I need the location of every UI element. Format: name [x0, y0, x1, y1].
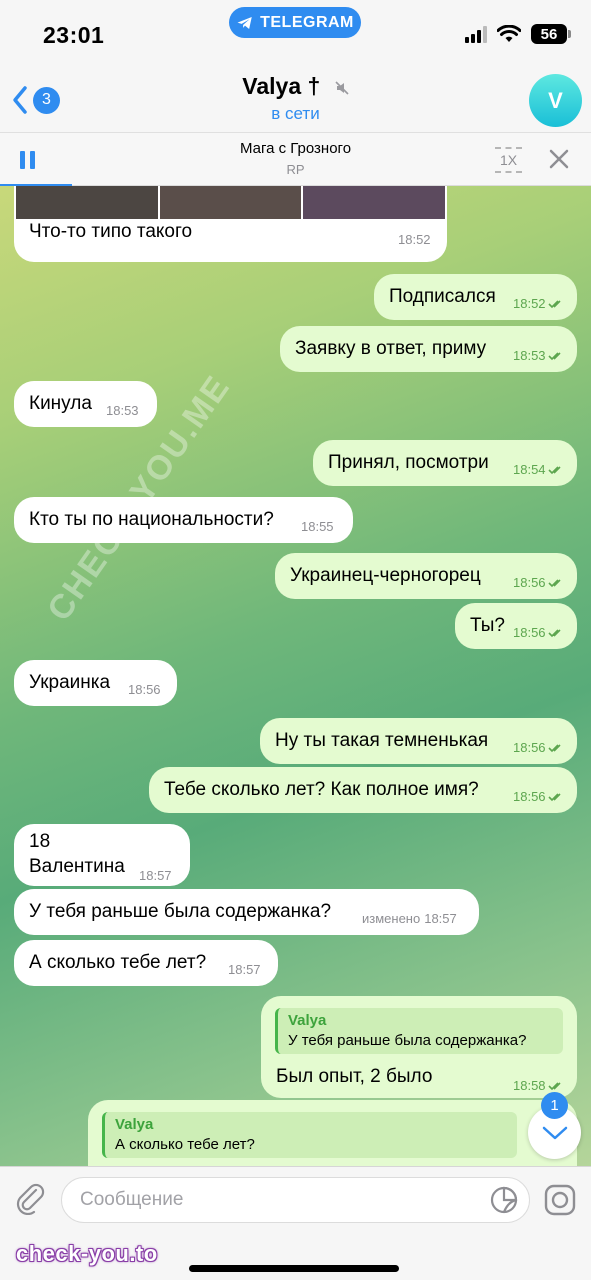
message-text-line2: Валентина: [29, 856, 125, 877]
double-check-icon: [547, 466, 561, 475]
reply-author: Valya: [115, 1116, 154, 1133]
message-text: Подписался: [389, 286, 496, 307]
double-check-icon: [547, 579, 561, 588]
message-bubble[interactable]: Принял, посмотри 18:54: [313, 440, 577, 486]
camera-icon[interactable]: [543, 1183, 577, 1217]
reply-quote[interactable]: Valya У тебя раньше была содержанка?: [275, 1008, 563, 1054]
message-text: Кинула: [29, 393, 92, 414]
reply-text: У тебя раньше была содержанка?: [288, 1032, 527, 1049]
message-bubble[interactable]: Что-то типо такого 18:52: [14, 186, 447, 262]
edited-label: изменено: [362, 911, 421, 926]
close-icon[interactable]: [549, 149, 569, 169]
reply-quote[interactable]: Valya А сколько тебе лет?: [102, 1112, 517, 1158]
wifi-icon: [497, 25, 521, 42]
message-text: У тебя раньше была содержанка?: [29, 901, 332, 922]
chat-title-text: Valya †: [242, 73, 321, 99]
message-bubble[interactable]: Украинка 18:56: [14, 660, 177, 706]
battery-icon: 56: [531, 24, 571, 44]
message-time: 18:57: [228, 962, 261, 977]
unread-mentions-badge: 1: [541, 1092, 568, 1119]
message-time: 18:56: [513, 575, 546, 590]
message-time: 18:52: [513, 296, 546, 311]
message-time: 18:53: [106, 403, 139, 418]
double-check-icon: [547, 629, 561, 638]
message-bubble[interactable]: А сколько тебе лет? 18:57: [14, 940, 278, 986]
signal-icon: [465, 25, 487, 43]
message-time: 18:55: [301, 519, 334, 534]
message-input[interactable]: [61, 1177, 530, 1223]
message-text: А сколько тебе лет?: [29, 952, 207, 973]
avatar[interactable]: V: [529, 74, 582, 127]
message-bubble[interactable]: Ты? 18:56: [455, 603, 577, 649]
home-indicator: [189, 1265, 399, 1272]
message-bubble[interactable]: Подписался 18:52: [374, 274, 577, 320]
composer-bar: check-you.to: [0, 1166, 591, 1280]
message-bubble[interactable]: Заявку в ответ, приму 18:53: [280, 326, 577, 372]
message-meta: 18:56: [513, 785, 564, 809]
reply-author: Valya: [288, 1012, 327, 1029]
message-time: 18:56: [513, 789, 546, 804]
message-text: Тебе сколько лет? Как полное имя?: [164, 779, 479, 800]
telegram-icon: [237, 16, 252, 29]
message-text: Украинец-черногорец: [290, 565, 481, 586]
message-text: Что-то типо такого: [29, 221, 193, 242]
message-text: Принял, посмотри: [328, 452, 489, 473]
message-time: 18:53: [513, 348, 546, 363]
message-meta: 18:52: [513, 292, 564, 316]
message-meta: 18:56: [513, 571, 564, 595]
double-check-icon: [547, 744, 561, 753]
music-player-bar[interactable]: Мага с Грозного RP 1X: [0, 132, 591, 186]
message-meta: 18:53: [513, 344, 564, 368]
status-time: 23:01: [43, 22, 105, 48]
watermark-site: check-you.to: [16, 1241, 158, 1266]
message-time: 18:56: [128, 682, 161, 697]
muted-icon: [335, 81, 349, 95]
message-bubble[interactable]: 18 Валентина 18:57: [14, 824, 190, 886]
reply-text: А сколько тебе лет?: [115, 1136, 255, 1153]
online-status: в сети: [271, 104, 320, 123]
message-time: 18:58: [513, 1078, 546, 1093]
message-meta: 18:54: [513, 458, 564, 482]
message-meta: изменено 18:57: [362, 907, 457, 931]
message-bubble[interactable]: Ну ты такая темненькая 18:56: [260, 718, 577, 764]
telegram-badge-label: TELEGRAM: [260, 13, 354, 31]
message-bubble[interactable]: У тебя раньше была содержанка? изменено …: [14, 889, 479, 935]
message-bubble[interactable]: Кинула 18:53: [14, 381, 157, 427]
message-bubble[interactable]: Украинец-черногорец 18:56: [275, 553, 577, 599]
status-icons: 56: [465, 24, 571, 44]
message-text: Заявку в ответ, приму: [295, 338, 487, 359]
double-check-icon: [547, 300, 561, 309]
message-text: Украинка: [29, 672, 111, 693]
double-check-icon: [547, 1082, 561, 1091]
chat-area[interactable]: CHECK-YOU.ME Что-то типо такого 18:52 По…: [0, 186, 591, 1166]
double-check-icon: [547, 352, 561, 361]
message-bubble[interactable]: Кто ты по национальности? 18:55: [14, 497, 353, 543]
message-text: Ну ты такая темненькая: [275, 730, 489, 751]
chat-title[interactable]: Valya †: [0, 73, 591, 100]
telegram-badge[interactable]: TELEGRAM: [229, 7, 361, 38]
message-text: Кто ты по национальности?: [29, 509, 274, 530]
sticker-icon[interactable]: [490, 1186, 518, 1214]
message-time: 18:57: [424, 911, 457, 926]
message-time: 18:52: [398, 232, 431, 247]
playback-speed-button[interactable]: 1X: [495, 147, 522, 173]
message-text: Ты?: [470, 615, 505, 636]
message-text: Был опыт, 2 было: [276, 1066, 433, 1087]
message-time: 18:56: [513, 625, 546, 640]
double-check-icon: [547, 793, 561, 802]
player-progress: [0, 184, 72, 186]
message-bubble[interactable]: Valya А сколько тебе лет?: [88, 1100, 577, 1166]
message-meta: 18:56: [513, 621, 564, 645]
photo-grid[interactable]: [16, 186, 446, 219]
message-text-line1: 18: [29, 831, 51, 852]
message-time: 18:57: [139, 868, 172, 883]
chevron-down-icon: [542, 1126, 567, 1139]
message-bubble[interactable]: Valya У тебя раньше была содержанка? Был…: [261, 996, 577, 1098]
message-time: 18:56: [513, 740, 546, 755]
top-bar: 23:01 TELEGRAM 56 3 Valya † в сети V Маг…: [0, 0, 591, 186]
paperclip-icon[interactable]: [14, 1181, 46, 1215]
message-bubble[interactable]: Тебе сколько лет? Как полное имя? 18:56: [149, 767, 577, 813]
message-time: 18:54: [513, 462, 546, 477]
message-meta: 18:56: [513, 736, 564, 760]
